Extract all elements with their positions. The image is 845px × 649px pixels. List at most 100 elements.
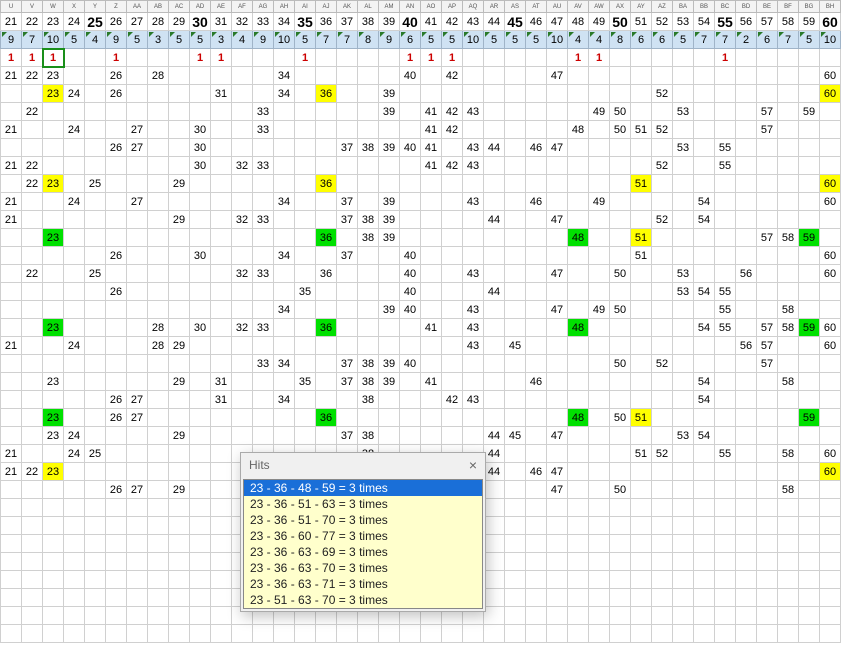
data-cell[interactable]: 21	[1, 193, 22, 211]
data-cell[interactable]: 27	[127, 139, 148, 157]
data-cell[interactable]: 30	[190, 157, 211, 175]
data-cell[interactable]	[211, 265, 232, 283]
cell[interactable]	[43, 571, 64, 589]
data-cell[interactable]	[211, 193, 232, 211]
data-cell[interactable]: 23	[43, 319, 64, 337]
cell[interactable]	[64, 553, 85, 571]
data-cell[interactable]	[169, 193, 190, 211]
data-cell[interactable]	[799, 337, 820, 355]
data-cell[interactable]: 57	[757, 229, 778, 247]
data-cell[interactable]	[778, 337, 799, 355]
data-cell[interactable]	[820, 121, 841, 139]
data-cell[interactable]	[694, 337, 715, 355]
data-cell[interactable]	[190, 427, 211, 445]
cell[interactable]	[505, 571, 526, 589]
data-cell[interactable]	[253, 247, 274, 265]
data-cell[interactable]	[64, 373, 85, 391]
cell[interactable]	[736, 589, 757, 607]
data-cell[interactable]	[505, 265, 526, 283]
data-cell[interactable]	[484, 247, 505, 265]
data-cell[interactable]	[526, 445, 547, 463]
data-cell[interactable]	[64, 283, 85, 301]
data-cell[interactable]: 27	[127, 121, 148, 139]
cell[interactable]	[1, 499, 22, 517]
data-cell[interactable]	[316, 355, 337, 373]
number-header[interactable]: 44	[484, 13, 505, 31]
data-cell[interactable]	[799, 427, 820, 445]
data-cell[interactable]	[211, 157, 232, 175]
data-cell[interactable]	[85, 139, 106, 157]
data-cell[interactable]: 58	[778, 445, 799, 463]
cell[interactable]	[127, 553, 148, 571]
number-header[interactable]: 37	[337, 13, 358, 31]
number-header[interactable]: 33	[253, 13, 274, 31]
data-cell[interactable]	[631, 139, 652, 157]
data-cell[interactable]	[274, 265, 295, 283]
data-cell[interactable]	[505, 175, 526, 193]
cell[interactable]	[673, 625, 694, 643]
marker-cell[interactable]	[127, 49, 148, 67]
column-header[interactable]: W	[43, 1, 64, 13]
data-cell[interactable]	[463, 67, 484, 85]
data-cell[interactable]	[673, 445, 694, 463]
data-cell[interactable]	[421, 409, 442, 427]
data-cell[interactable]	[652, 373, 673, 391]
data-cell[interactable]	[505, 319, 526, 337]
marker-cell[interactable]	[673, 49, 694, 67]
data-cell[interactable]	[547, 355, 568, 373]
count-cell[interactable]: 5	[190, 31, 211, 49]
data-cell[interactable]	[589, 157, 610, 175]
data-cell[interactable]	[652, 265, 673, 283]
cell[interactable]	[757, 571, 778, 589]
data-cell[interactable]	[736, 139, 757, 157]
marker-cell[interactable]: 1	[106, 49, 127, 67]
number-header[interactable]: 54	[694, 13, 715, 31]
data-cell[interactable]: 50	[610, 481, 631, 499]
data-cell[interactable]	[505, 247, 526, 265]
data-cell[interactable]: 28	[148, 67, 169, 85]
data-cell[interactable]	[610, 211, 631, 229]
data-cell[interactable]	[400, 409, 421, 427]
data-cell[interactable]: 30	[190, 139, 211, 157]
data-cell[interactable]	[631, 211, 652, 229]
data-cell[interactable]: 47	[547, 139, 568, 157]
data-cell[interactable]	[505, 103, 526, 121]
data-cell[interactable]	[358, 85, 379, 103]
data-cell[interactable]	[610, 85, 631, 103]
data-cell[interactable]	[64, 301, 85, 319]
marker-cell[interactable]	[148, 49, 169, 67]
data-cell[interactable]	[484, 175, 505, 193]
cell[interactable]	[106, 571, 127, 589]
data-cell[interactable]: 46	[526, 373, 547, 391]
data-cell[interactable]	[106, 445, 127, 463]
column-header[interactable]: AC	[169, 1, 190, 13]
data-cell[interactable]: 39	[379, 85, 400, 103]
count-cell[interactable]: 5	[442, 31, 463, 49]
cell[interactable]	[799, 517, 820, 535]
count-cell[interactable]: 2	[736, 31, 757, 49]
data-cell[interactable]	[757, 409, 778, 427]
cell[interactable]	[85, 553, 106, 571]
data-cell[interactable]: 60	[820, 265, 841, 283]
data-cell[interactable]	[778, 175, 799, 193]
data-cell[interactable]: 22	[22, 67, 43, 85]
data-cell[interactable]	[43, 481, 64, 499]
cell[interactable]	[190, 499, 211, 517]
data-cell[interactable]: 37	[337, 373, 358, 391]
data-cell[interactable]: 57	[757, 337, 778, 355]
data-cell[interactable]	[547, 391, 568, 409]
data-cell[interactable]: 40	[400, 139, 421, 157]
data-cell[interactable]: 57	[757, 121, 778, 139]
data-cell[interactable]	[22, 373, 43, 391]
data-cell[interactable]	[148, 121, 169, 139]
hits-list[interactable]: 23 - 36 - 48 - 59 = 3 times23 - 36 - 51 …	[243, 479, 483, 609]
data-cell[interactable]	[232, 337, 253, 355]
data-cell[interactable]	[169, 229, 190, 247]
cell[interactable]	[169, 517, 190, 535]
cell[interactable]	[799, 571, 820, 589]
data-cell[interactable]	[358, 193, 379, 211]
data-cell[interactable]	[85, 337, 106, 355]
data-cell[interactable]	[799, 85, 820, 103]
data-cell[interactable]: 38	[358, 211, 379, 229]
data-cell[interactable]: 26	[106, 67, 127, 85]
